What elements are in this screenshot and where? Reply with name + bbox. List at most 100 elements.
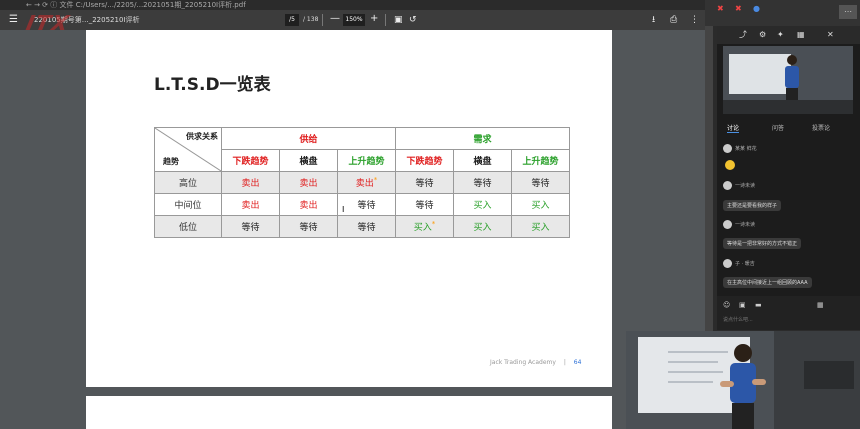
table-cell: 卖出 <box>279 171 338 194</box>
cell-text: 卖出 <box>299 201 318 211</box>
presenter-figure <box>720 344 766 429</box>
cell-text: 卖出 <box>241 201 260 211</box>
cell-text: 等待 <box>357 223 376 233</box>
table-row: 高位 卖出 卖出 卖出* 等待 等待 等待 <box>154 171 570 194</box>
smile-icon[interactable]: ☺ <box>723 301 730 309</box>
footer-text: Jack Trading Academy <box>490 359 556 366</box>
table-cell: 等待 <box>279 215 338 238</box>
folder-icon[interactable]: ▬ <box>755 301 762 309</box>
page-footer: Jack Trading Academy | 64 <box>490 359 581 366</box>
pdf-viewer[interactable]: L.T.S.D一览表 供求关系 趋势 供给 需求 下跌趋势 横盘 上升趋势 下跌趋势横… <box>0 30 705 429</box>
page-number: 64 <box>573 359 582 366</box>
extension-icon[interactable]: ✖ <box>735 4 742 13</box>
desk <box>723 100 853 114</box>
screen-line <box>668 381 713 383</box>
table-cell: 卖出* <box>337 171 396 194</box>
share-icon[interactable]: ⤴ <box>739 26 747 44</box>
zoom-input[interactable]: 150% <box>343 14 365 26</box>
live-chat-panel: ⤴ ⚙ ✦ ▦ ✕ 讨论 问答 投票论 某某 鲜花 一诗未读 主要还是要看我的样… <box>717 26 860 330</box>
table-cell: 等待 <box>221 215 280 238</box>
extension-icon[interactable]: ✖ <box>717 4 724 13</box>
presenter-video <box>723 46 853 114</box>
toolbar-divider <box>385 14 386 26</box>
cell-text: 等待 <box>357 201 376 211</box>
chat-message: 一诗未读 <box>723 220 755 229</box>
chat-bubble: 等待是一把非常好的方式不错正 <box>723 238 802 249</box>
cell-text: 买入 <box>473 223 492 233</box>
chat-input-area: ☺ ▣ ▬ ▦ 说点什么吧... <box>717 296 860 330</box>
cell-text: 卖出 <box>241 179 260 189</box>
cell-text: 等待 <box>299 223 318 233</box>
settings-icon[interactable]: ⚙ <box>759 26 766 44</box>
row-label: 高位 <box>154 171 222 194</box>
more-icon[interactable]: ⋯ <box>839 5 857 19</box>
cell-text: 等待 <box>473 179 492 189</box>
corner-bottom-label: 趋势 <box>163 157 179 166</box>
avatar <box>723 220 732 229</box>
avatar <box>723 181 732 190</box>
table-cell: 等待 <box>511 171 570 194</box>
ltsd-table: 供求关系 趋势 供给 需求 下跌趋势 横盘 上升趋势 下跌趋势 横盘 上升趋势 高位 卖出卖… <box>154 127 570 238</box>
table-cell: 卖出 <box>279 193 338 216</box>
menu-icon[interactable]: ☰ <box>9 14 18 26</box>
page-title: L.T.S.D一览表 <box>154 75 271 95</box>
table-cell: 等待 <box>395 193 454 216</box>
address-bar[interactable]: ← → ⟳ ⓘ 文件 C:/Users/.../2205/...2021051期… <box>0 0 705 10</box>
fit-page-icon[interactable]: ▣ <box>394 14 403 26</box>
cell-text: 等待 <box>531 179 550 189</box>
table-cell: 买入 <box>453 215 512 238</box>
table-cell: 卖出 <box>221 193 280 216</box>
table-cell: 等待 <box>337 193 396 216</box>
cell-text: 买入 <box>473 201 492 211</box>
subheader-cell: 横盘 <box>453 149 512 172</box>
cell-text: 卖出 <box>299 179 318 189</box>
table-cell: 卖出 <box>221 171 280 194</box>
close-icon[interactable]: ✕ <box>827 26 834 44</box>
subheader-cell: 上升趋势 <box>511 149 570 172</box>
chat-message: 一诗未读 <box>723 181 755 190</box>
supply-header: 供给 <box>221 127 396 150</box>
table-cell: 买入* <box>395 215 454 238</box>
download-icon[interactable]: ⭳ <box>652 14 655 26</box>
image-icon[interactable]: ▣ <box>739 301 746 309</box>
tab-discussion[interactable]: 讨论 <box>727 123 740 133</box>
corner-top-label: 供求关系 <box>186 132 218 141</box>
chat-bubble: 主要还是要看我的样子 <box>723 200 782 211</box>
avatar <box>723 144 732 153</box>
grid-icon[interactable]: ▦ <box>797 26 805 44</box>
screen-line <box>668 371 723 373</box>
text-cursor-icon: I <box>342 205 345 214</box>
chat-input[interactable]: 说点什么吧... <box>723 316 853 326</box>
cell-text: 买入 <box>531 201 550 211</box>
cell-text: 买入 <box>413 223 432 233</box>
tab-vote[interactable]: 投票论 <box>812 123 830 132</box>
subheader-cell: 下跌趋势 <box>395 149 454 172</box>
print-icon[interactable]: ⎙ <box>670 14 677 26</box>
rotate-icon[interactable]: ↺ <box>409 14 417 26</box>
zoom-in-button[interactable]: + <box>370 13 378 24</box>
emoji-icon <box>725 160 735 170</box>
table-row: 中间位 卖出 卖出 等待 等待 买入 买入 <box>154 193 570 216</box>
cell-text: 等待 <box>415 201 434 211</box>
table-cell: 买入 <box>453 193 512 216</box>
pin-icon[interactable]: ✦ <box>777 26 784 44</box>
subheader-cell: 下跌趋势 <box>221 149 280 172</box>
apps-icon[interactable]: ▦ <box>817 301 824 309</box>
tab-qa[interactable]: 问答 <box>772 123 784 132</box>
cell-text: 买入 <box>531 223 550 233</box>
chat-bubble: 在主高位中间接近上一组回顾的AAA <box>723 277 812 288</box>
extension-icon[interactable]: ● <box>753 4 760 13</box>
table-cell: 等待 <box>337 215 396 238</box>
screen-line <box>668 361 718 363</box>
chat-message: 子 · 暖吉 <box>723 259 755 268</box>
demand-header: 需求 <box>395 127 570 150</box>
equipment <box>804 361 854 389</box>
table-cell: 买入 <box>511 193 570 216</box>
more-vert-icon[interactable]: ⋮ <box>690 14 699 26</box>
chat-tabs: 讨论 问答 投票论 <box>717 121 860 135</box>
row-label: 低位 <box>154 215 222 238</box>
zoom-out-button[interactable]: — <box>330 13 340 24</box>
webcam-overlay <box>626 331 860 429</box>
star-mark: * <box>431 220 436 228</box>
page-number-input[interactable]: /5 <box>285 14 299 26</box>
